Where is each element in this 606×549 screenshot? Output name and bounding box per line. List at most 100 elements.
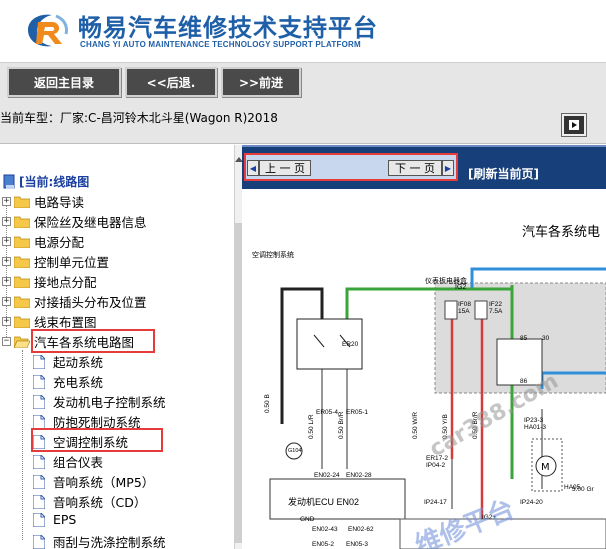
expand-icon[interactable]: + xyxy=(2,277,11,286)
tree-page[interactable]: 音响系统（CD） xyxy=(33,492,146,511)
en05-2-label: EN05-2 xyxy=(312,541,335,548)
document-icon xyxy=(33,494,45,509)
folder-icon xyxy=(14,236,30,248)
svg-text:M: M xyxy=(541,462,550,473)
vehicle-bar: 当前车型：厂家:C-昌河铃木北斗星(Wagon R)2018 xyxy=(0,102,606,144)
tree-folder[interactable]: + 接地点分配 xyxy=(2,272,97,291)
tree-page-selected[interactable]: 空调控制系统 xyxy=(33,432,128,451)
home-button[interactable]: 返回主目录 xyxy=(7,67,121,97)
tree-page-label: 雨刮与洗涤控制系统 xyxy=(53,535,166,549)
tree-folder[interactable]: + 控制单元位置 xyxy=(2,252,109,271)
tree-page[interactable]: 组合仪表 xyxy=(33,452,103,471)
expand-icon[interactable]: + xyxy=(2,297,11,306)
next-page-button[interactable]: 下 一 页 xyxy=(388,160,442,176)
tree-folder[interactable]: + 电路导读 xyxy=(2,192,84,211)
wire-label: 0.50 W/R xyxy=(412,411,419,439)
document-icon xyxy=(33,474,45,489)
pager-bar: ◀ 上 一 页 下 一 页 ▶ [刷新当前页] xyxy=(242,145,606,189)
gnd-label: GND xyxy=(300,516,315,523)
last-page-button[interactable]: ▶ xyxy=(442,160,454,176)
expand-icon[interactable]: + xyxy=(2,197,11,206)
scrollbar-thumb[interactable] xyxy=(235,223,242,543)
fuse-if08-label: IF08 15A xyxy=(458,301,472,315)
tree-folder-expanded[interactable]: − 汽车各系统电路图 xyxy=(2,332,134,351)
expand-icon[interactable]: + xyxy=(2,237,11,246)
tree-folder-label: 电路导读 xyxy=(34,195,85,210)
document-icon xyxy=(33,354,45,369)
er20-label: ER20 xyxy=(342,341,359,348)
sidebar-scrollbar[interactable] xyxy=(234,145,243,549)
app-title: 畅易汽车维修技术支持平台 xyxy=(78,14,378,42)
refresh-page-link[interactable]: [刷新当前页] xyxy=(468,165,539,182)
first-page-button[interactable]: ◀ xyxy=(247,160,259,176)
folder-icon xyxy=(14,196,30,208)
lower-connector-box xyxy=(399,518,606,549)
expand-icon[interactable]: + xyxy=(2,217,11,226)
tree-page[interactable]: 防抱死制动系统 xyxy=(33,412,141,431)
tree-page-label: 音响系统（MP5） xyxy=(53,475,155,490)
ig2-label: IG2+ xyxy=(482,514,497,521)
folder-icon xyxy=(14,316,30,328)
en05-3-label: EN05-3 xyxy=(346,541,369,548)
ip23-label: IP23-3 HA01-3 xyxy=(524,417,547,431)
tree-folder-label: 汽车各系统电路图 xyxy=(34,335,135,350)
expand-icon[interactable]: + xyxy=(2,257,11,266)
tree-root-label: [当前:线路图 xyxy=(19,175,90,189)
er05-1-label: ER05-1 xyxy=(346,409,369,416)
pin86-label: 86 xyxy=(520,378,528,385)
fan-wire-label: 3.00 Gr xyxy=(572,486,594,493)
tree-page-label: 充电系统 xyxy=(53,375,104,390)
folder-icon xyxy=(14,216,30,228)
document-icon xyxy=(33,374,45,389)
tree-folder-label: 电源分配 xyxy=(34,235,85,250)
tree-page[interactable]: 发动机电子控制系统 xyxy=(33,392,166,411)
ip24-20-label: IP24-20 xyxy=(520,499,543,506)
tree-folder-label: 保险丝及继电器信息 xyxy=(34,215,147,230)
document-icon xyxy=(33,394,45,409)
panel-code: IG2 xyxy=(455,284,467,291)
tree-folder-label: 接地点分配 xyxy=(34,275,97,290)
sidebar-tree: [当前:线路图 + 电路导读 + 保险丝及继电器信息 + 电源分配 + 控制单元… xyxy=(0,145,234,549)
play-icon xyxy=(569,120,579,130)
tree-folder[interactable]: + 线束布置图 xyxy=(2,312,97,331)
prev-page-button[interactable]: 上 一 页 xyxy=(259,160,311,176)
document-icon xyxy=(33,512,45,527)
tree-folder[interactable]: + 保险丝及继电器信息 xyxy=(2,212,147,231)
pager-controls: ◀ 上 一 页 下 一 页 ▶ xyxy=(244,153,458,181)
expand-icon[interactable]: + xyxy=(2,317,11,326)
tree-folder-label: 线束布置图 xyxy=(34,315,97,330)
tree-page[interactable]: EPS xyxy=(33,512,76,527)
wire-label: 0.50 Y/B xyxy=(442,414,449,439)
vehicle-value: 厂家:C-昌河铃木北斗星(Wagon R)2018 xyxy=(60,111,278,125)
tree-page-label: 音响系统（CD） xyxy=(53,495,147,510)
folder-open-icon xyxy=(14,336,30,348)
document-icon xyxy=(33,534,45,549)
tree-page[interactable]: 充电系统 xyxy=(33,372,103,391)
en02-43-label: EN02-43 xyxy=(312,526,338,533)
en02-24-label: EN02-24 xyxy=(314,472,340,479)
tree-page[interactable]: 音响系统（MP5） xyxy=(33,472,154,491)
tree-page-label: 发动机电子控制系统 xyxy=(53,395,166,410)
wiring-diagram: 汽车各系统电 空调控制系统 M 仪表板电器盒 IG2 IF08 15A IF22… xyxy=(242,189,606,549)
fuse-if22-label: IF22 7.5A xyxy=(489,301,503,315)
tree-page[interactable]: 雨刮与洗涤控制系统 xyxy=(33,532,166,549)
back-button[interactable]: <<后退. xyxy=(125,67,217,97)
tree-root[interactable]: [当前:线路图 xyxy=(2,173,89,190)
collapse-icon[interactable]: − xyxy=(2,337,11,346)
folder-icon xyxy=(14,276,30,288)
tree-folder[interactable]: + 对接插头分布及位置 xyxy=(2,292,147,311)
wire-label: 0.50 L/R xyxy=(308,414,315,439)
tree-page-label: 起动系统 xyxy=(53,355,104,370)
book-icon xyxy=(3,174,15,189)
wire-label: 0.50 B xyxy=(264,394,271,413)
document-icon xyxy=(33,414,45,429)
tree-guide xyxy=(22,350,23,540)
tree-page-label: 空调控制系统 xyxy=(53,435,129,450)
wire-label: 0.50 Br/R xyxy=(338,411,345,439)
ecu-label: 发动机ECU EN02 xyxy=(288,497,360,507)
tree-folder[interactable]: + 电源分配 xyxy=(2,232,84,251)
forward-button[interactable]: >>前进 xyxy=(221,67,301,97)
g104-label: G104 xyxy=(288,448,302,454)
tree-page[interactable]: 起动系统 xyxy=(33,352,103,371)
toggle-panel-button[interactable] xyxy=(562,114,586,136)
